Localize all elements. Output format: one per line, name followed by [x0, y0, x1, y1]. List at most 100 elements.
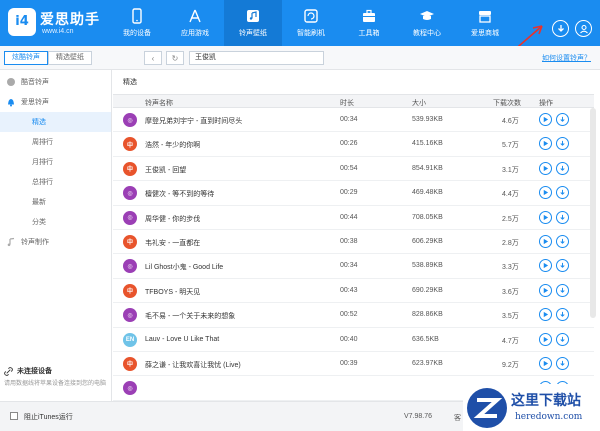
sidebar-item-i4-ringtones[interactable]: 爱思铃声	[0, 92, 111, 112]
refresh-button[interactable]: ↻	[166, 51, 184, 65]
block-itunes-checkbox[interactable]	[10, 412, 18, 420]
watermark-logo-icon	[467, 388, 507, 428]
tab-ringtones[interactable]: 炫酷铃声	[4, 51, 48, 65]
table-row[interactable]: 中 TFBOYS - 明天见 00:43 690.29KB 3.6万	[113, 279, 594, 304]
download-button[interactable]	[556, 283, 569, 297]
nav-label: 爱思商城	[471, 30, 499, 37]
play-button[interactable]	[539, 210, 552, 224]
nav-item-my-device[interactable]: 我的设备	[108, 0, 166, 46]
sidebar-item-weekly[interactable]: 周排行	[0, 132, 111, 152]
chevron-left-icon: ‹	[151, 53, 155, 63]
table-row[interactable]: 中薛之谦 - 让我欢喜让我忧 (Live) 00:39 623.97KB 9.2万	[113, 352, 594, 377]
sidebar-item-category[interactable]: 分类	[0, 212, 111, 232]
table-header: 铃声名称 时长 大小 下载次数 操作	[113, 94, 594, 108]
download-button[interactable]	[556, 332, 569, 346]
table-row[interactable]: ◎ 摩登兄弟刘宇宁 - 直到时间尽头 00:34 539.93KB 4.6万	[113, 108, 594, 133]
play-icon	[543, 141, 549, 147]
unlink-icon	[4, 366, 13, 376]
download-button[interactable]	[556, 259, 569, 273]
ringtone-downloads: 9.2万	[502, 361, 519, 369]
nav-item-flash[interactable]: 智能刷机	[282, 0, 340, 46]
download-button[interactable]	[556, 308, 569, 322]
play-button[interactable]	[539, 283, 552, 297]
nav-label: 教程中心	[413, 30, 441, 37]
nav-item-toolbox[interactable]: 工具箱	[340, 0, 398, 46]
table-row[interactable]: ◎ 檀健次 - 等不到的等待 00:29 469.48KB 4.4万	[113, 181, 594, 206]
sidebar-item-featured[interactable]: 精选	[0, 112, 111, 132]
download-button[interactable]	[556, 161, 569, 175]
help-link[interactable]: 如何设置铃声？	[542, 53, 591, 63]
download-button[interactable]	[556, 137, 569, 151]
sidebar-item-kuyin[interactable]: 酷音铃声	[0, 72, 111, 92]
download-button[interactable]	[556, 210, 569, 224]
download-button[interactable]	[556, 234, 569, 248]
table-row[interactable]: ◎ Lil Ghost小鬼 - Good Life 00:34 538.89KB 3.3…	[113, 254, 594, 279]
app-store-icon	[187, 8, 203, 24]
play-button[interactable]	[539, 161, 552, 175]
nav-label: 智能刷机	[297, 30, 325, 37]
sidebar-item-label: 酷音铃声	[21, 79, 49, 86]
back-button[interactable]: ‹	[144, 51, 162, 65]
play-button[interactable]	[539, 332, 552, 346]
table-row[interactable]: ◎ 毛不易 - 一个关于未来的想象 00:52 828.86KB 3.5万	[113, 303, 594, 328]
table-row[interactable]: 中韦礼安 - 一直都在 00:38 606.29KB 2.8万	[113, 230, 594, 255]
play-button[interactable]	[539, 186, 552, 200]
watermark-url: heredown.com	[515, 412, 583, 422]
download-icon	[560, 336, 565, 342]
ringtone-name: Lil Ghost小鬼 - Good Life	[145, 264, 224, 272]
sidebar-item-make-ringtone[interactable]: 铃声制作	[0, 232, 111, 252]
ringtone-name: 檀健次 - 等不到的等待	[145, 191, 215, 199]
play-button[interactable]	[539, 234, 552, 248]
refresh-icon	[303, 8, 319, 24]
ringtone-downloads: 4.4万	[502, 191, 519, 199]
search-input[interactable]: 王俊凯	[189, 51, 324, 65]
ringtone-name: 王俊凯 - 回望	[145, 166, 187, 174]
download-button[interactable]	[556, 186, 569, 200]
ringtone-size: 854.91KB	[412, 164, 443, 172]
table-row[interactable]: EN Lauv - Love U Like That 00:40 636.5KB 4.7…	[113, 328, 594, 352]
play-button[interactable]	[539, 137, 552, 151]
nav-item-tutorials[interactable]: 教程中心	[398, 0, 456, 46]
play-button[interactable]	[539, 356, 552, 370]
device-status-desc: 请用数据线将苹果设备连接到您的电脑	[4, 381, 107, 387]
nav-label: 我的设备	[123, 30, 151, 37]
table-row[interactable]: ◎ 周华健 - 你的步伐 00:44 708.05KB 2.5万	[113, 206, 594, 230]
ringtone-duration: 00:43	[340, 286, 358, 294]
artist-avatar: ◎	[123, 210, 137, 225]
nav-item-apps[interactable]: 应用游戏	[166, 0, 224, 46]
scrollbar[interactable]	[590, 108, 596, 318]
bell-icon	[8, 99, 14, 107]
nav-label: 铃声壁纸	[239, 30, 267, 37]
play-button[interactable]	[539, 113, 552, 126]
site-watermark: 这里下载站 heredown.com	[463, 384, 600, 431]
ringtone-list: ◎ 摩登兄弟刘宇宁 - 直到时间尽头 00:34 539.93KB 4.6万中浩然 - …	[113, 108, 594, 401]
ringtone-duration: 00:40	[340, 335, 358, 343]
play-icon	[543, 360, 549, 367]
ringtone-downloads: 3.5万	[502, 313, 519, 321]
sidebar-item-monthly[interactable]: 月排行	[0, 152, 111, 172]
nav-item-ringtones[interactable]: 铃声壁纸	[224, 0, 282, 46]
artist-avatar: ◎	[123, 308, 137, 323]
user-account-button[interactable]	[575, 20, 592, 37]
column-downloads: 下载次数	[493, 100, 521, 107]
tab-wallpapers[interactable]: 精选壁纸	[48, 51, 92, 65]
play-button[interactable]	[539, 308, 552, 322]
sidebar-item-latest[interactable]: 最新	[0, 192, 111, 212]
sidebar-item-label: 爱思铃声	[21, 99, 49, 106]
play-button[interactable]	[539, 259, 552, 273]
table-row[interactable]: 中浩然 - 年少的你啊 00:26 415.16KB 5.7万	[113, 132, 594, 157]
download-manager-button[interactable]	[552, 20, 569, 37]
nav-item-shop[interactable]: 爱思商城	[456, 0, 514, 46]
download-button[interactable]	[556, 356, 569, 370]
ringtone-duration: 00:34	[340, 262, 358, 270]
ringtone-downloads: 3.6万	[502, 288, 519, 296]
download-icon	[560, 165, 565, 171]
ringtone-size: 606.29KB	[412, 237, 443, 245]
sidebar-item-total[interactable]: 总排行	[0, 172, 111, 192]
artist-avatar: ◎	[123, 259, 137, 274]
ringtone-size: 415.16KB	[412, 140, 443, 148]
download-button[interactable]	[556, 113, 569, 126]
table-row[interactable]: 中王俊凯 - 回望 00:54 854.91KB 3.1万	[113, 157, 594, 182]
ringtone-size: 636.5KB	[412, 335, 439, 343]
ringtone-name: 韦礼安 - 一直都在	[145, 239, 201, 247]
